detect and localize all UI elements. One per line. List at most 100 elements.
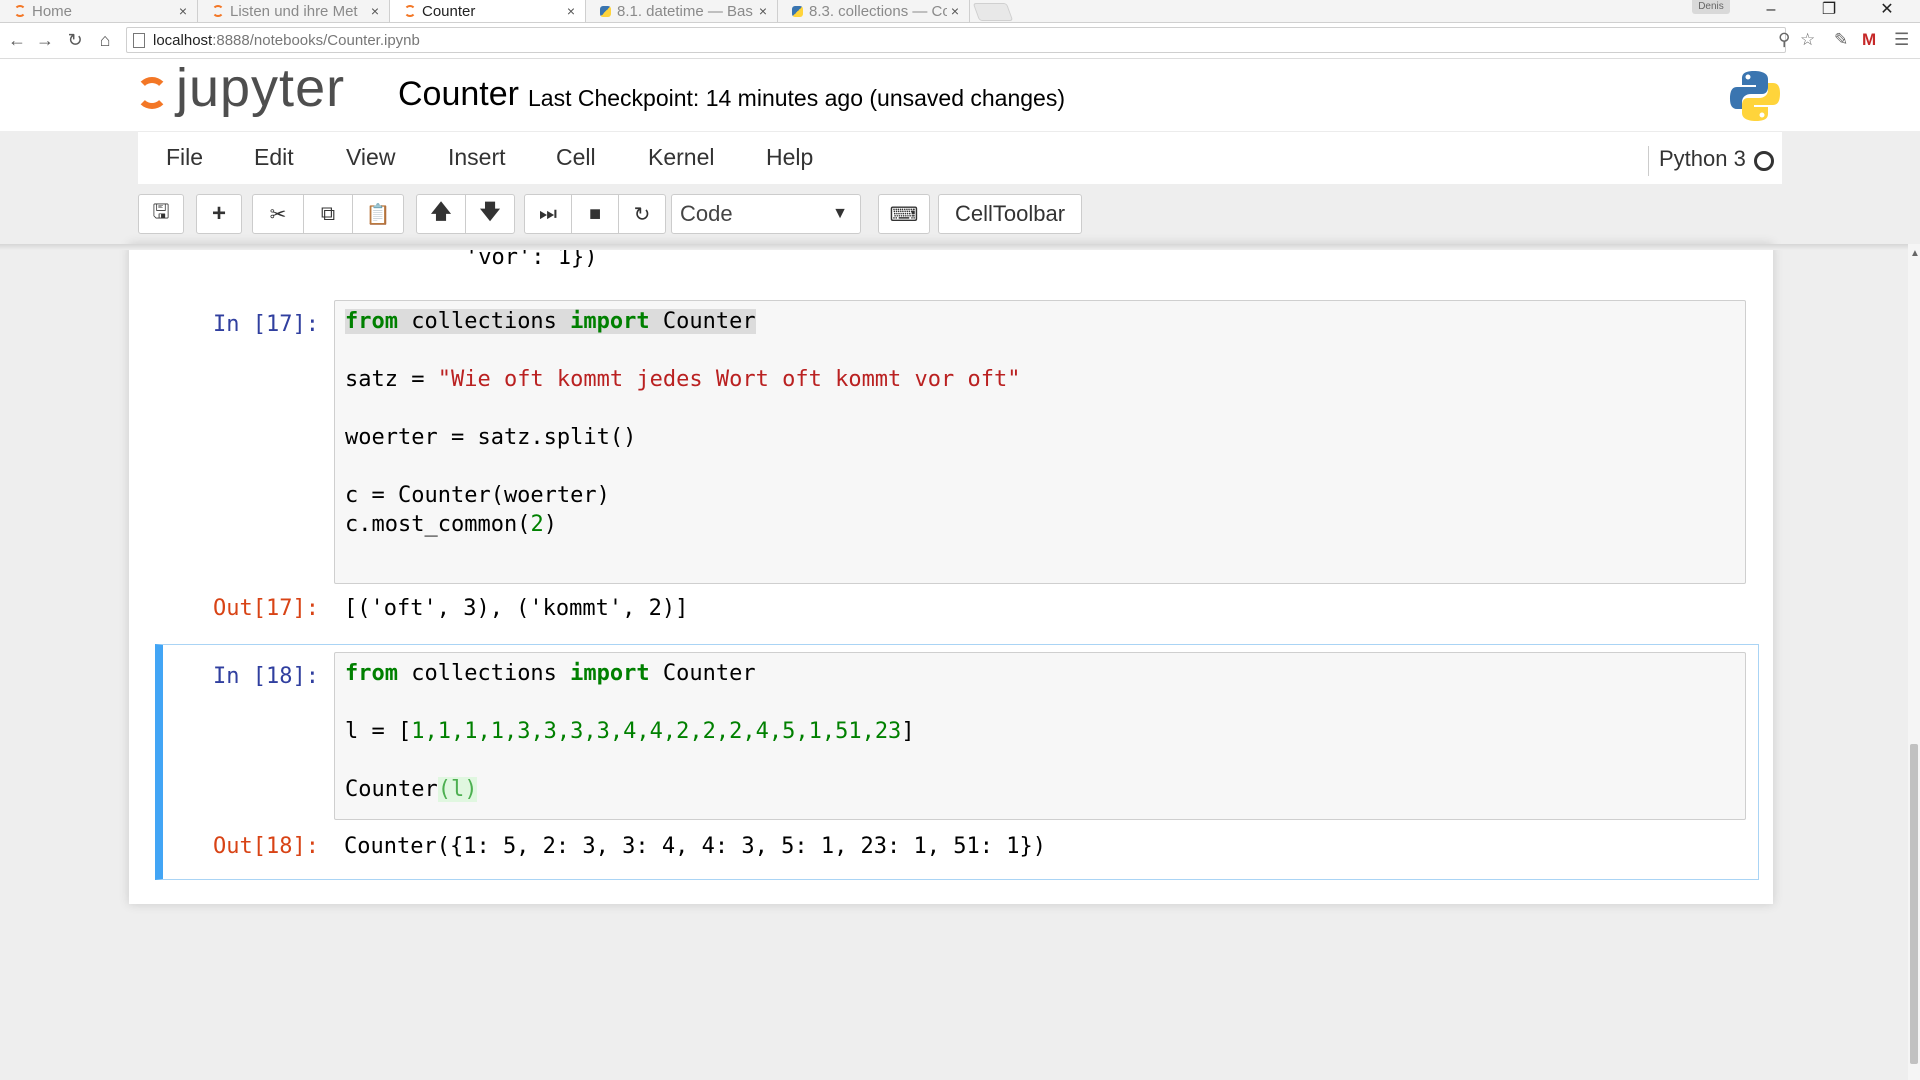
bookmark-star-icon[interactable]: ☆	[1800, 30, 1815, 50]
menu-cell[interactable]: Cell	[556, 144, 596, 171]
keyword: import	[570, 309, 650, 334]
zoom-icon[interactable]: ⚲	[1778, 30, 1790, 50]
tab-label: Home	[32, 2, 73, 20]
scroll-up-icon[interactable]: ▲	[1910, 248, 1920, 259]
cut-button[interactable]: ✂	[252, 194, 304, 234]
menu-kernel[interactable]: Kernel	[648, 144, 714, 171]
close-icon[interactable]: ×	[367, 3, 383, 19]
output-18: Counter({1: 5, 2: 3, 3: 4, 4: 3, 5: 1, 2…	[344, 834, 1046, 859]
home-icon[interactable]: ⌂	[94, 29, 116, 51]
input-prompt-17: In [17]:	[213, 312, 319, 337]
notebook-title[interactable]: Counter	[398, 75, 519, 114]
interrupt-kernel-button[interactable]: ■	[571, 194, 619, 234]
menu-edit[interactable]: Edit	[254, 144, 294, 171]
code-text: satz =	[345, 367, 438, 392]
jupyter-logo[interactable]: jupyter	[136, 58, 345, 119]
restart-kernel-button[interactable]: ↻	[618, 194, 666, 234]
tab-label: Listen und ihre Met	[230, 2, 358, 20]
copy-button[interactable]: ⧉	[303, 194, 353, 234]
keyword: from	[345, 309, 398, 334]
browser-tab-collections[interactable]: 8.3. collections — Co ×	[778, 0, 970, 22]
menu-view[interactable]: View	[346, 144, 395, 171]
code-line: woerter = satz.split()	[345, 425, 637, 450]
scrollbar-thumb[interactable]	[1910, 744, 1918, 1064]
forward-arrow-icon[interactable]: →	[34, 29, 56, 51]
restart-icon: ↻	[633, 203, 651, 226]
browser-tab-home[interactable]: Home ×	[0, 0, 198, 22]
step-forward-icon: ⏭	[539, 202, 557, 225]
command-palette-button[interactable]: ⌨	[878, 194, 930, 234]
code-line: c.most_common(2)	[345, 512, 557, 537]
output-prompt-17: Out[17]:	[213, 596, 319, 621]
output-prompt-18: Out[18]:	[213, 834, 319, 859]
page-scrollbar[interactable]: ▲	[1908, 244, 1920, 1080]
browser-tab-datetime[interactable]: 8.1. datetime — Bas ×	[586, 0, 778, 22]
run-button-group: ⏭ ■ ↻	[524, 194, 666, 234]
string-literal: "Wie oft kommt jedes Wort oft kommt vor …	[437, 367, 1021, 392]
arrow-up-icon: 🡅	[430, 201, 452, 223]
save-icon: 🖫	[152, 201, 170, 223]
highlighted-import: from collections import Counter	[345, 309, 756, 334]
close-icon[interactable]: ×	[947, 3, 963, 19]
code-cell-17-input[interactable]: from collections import Counter satz = "…	[334, 300, 1746, 584]
edit-button-group: ✂ ⧉ 📋	[252, 194, 404, 234]
tab-label: 8.1. datetime — Bas	[617, 2, 753, 20]
paste-icon: 📋	[365, 203, 391, 226]
keyboard-icon: ⌨	[889, 203, 919, 226]
notebook-container: 'vor': 1}) In [17]: from collections imp…	[129, 244, 1773, 904]
python-icon	[792, 5, 803, 17]
save-button[interactable]: 🖫	[138, 194, 184, 234]
kernel-name: Python 3	[1648, 146, 1746, 176]
matched-paren: (l)	[437, 777, 478, 802]
scissors-icon: ✂	[269, 203, 287, 226]
code-text: c.most_common(	[345, 512, 531, 537]
jupyter-logo-icon	[136, 77, 168, 109]
insert-cell-button[interactable]: +	[196, 194, 242, 234]
extension-icon[interactable]: ✎	[1834, 30, 1848, 50]
browser-tab-counter[interactable]: Counter ×	[390, 0, 586, 22]
menu-icon[interactable]: ☰	[1894, 30, 1909, 50]
minimize-button[interactable]: –	[1748, 0, 1794, 22]
close-icon[interactable]: ×	[175, 3, 191, 19]
output-17: [('oft', 3), ('kommt', 2)]	[344, 596, 689, 621]
tab-label: Counter	[422, 2, 476, 20]
close-icon[interactable]: ×	[755, 3, 771, 19]
checkpoint-status: Last Checkpoint: 14 minutes ago (unsaved…	[528, 85, 1065, 111]
browser-tab-listen[interactable]: Listen und ihre Met ×	[198, 0, 390, 22]
move-up-button[interactable]: 🡅	[416, 194, 466, 234]
restore-button[interactable]: ❐	[1806, 0, 1852, 22]
header-shadow	[0, 244, 1908, 250]
url-host: localhost	[153, 31, 213, 49]
profile-badge[interactable]: Denis	[1692, 0, 1730, 14]
notebook-toolbar: 🖫 + ✂ ⧉ 📋 🡅 🡇 ⏭ ■ ↻ Code ▼ ⌨ CellToolbar	[138, 192, 1782, 236]
menu-help[interactable]: Help	[766, 144, 813, 171]
move-button-group: 🡅 🡇	[416, 194, 515, 234]
plus-icon: +	[211, 200, 226, 227]
run-cell-button[interactable]: ⏭	[524, 194, 572, 234]
cell-type-select[interactable]: Code ▼	[671, 194, 861, 234]
code-line: l = [1,1,1,1,3,3,3,3,4,4,2,2,2,4,5,1,51,…	[345, 719, 915, 744]
close-icon[interactable]: ×	[563, 3, 579, 19]
move-down-button[interactable]: 🡇	[465, 194, 515, 234]
menu-insert[interactable]: Insert	[448, 144, 506, 171]
new-tab-button[interactable]	[972, 3, 1014, 21]
paste-button[interactable]: 📋	[352, 194, 404, 234]
menu-file[interactable]: File	[166, 144, 203, 171]
reload-icon[interactable]: ↻	[64, 29, 86, 51]
back-arrow-icon[interactable]: ←	[6, 29, 28, 51]
code-cell-18-input[interactable]: from collections import Counter l = [1,1…	[334, 652, 1746, 820]
python-icon	[600, 5, 611, 17]
code-line: c = Counter(woerter)	[345, 483, 610, 508]
jupyter-icon	[212, 5, 224, 17]
close-window-button[interactable]: ✕	[1864, 0, 1910, 22]
kernel-idle-indicator	[1754, 151, 1774, 171]
code-text: )	[543, 512, 557, 537]
code-text: ]	[901, 719, 915, 744]
chevron-down-icon: ▼	[832, 205, 848, 222]
code-text: Counter	[649, 309, 756, 334]
cell-type-value: Code	[680, 201, 733, 226]
code-text: collections	[397, 661, 571, 686]
url-field[interactable]: localhost :8888/notebooks/Counter.ipynb	[126, 27, 1786, 53]
celltoolbar-button[interactable]: CellToolbar	[938, 194, 1082, 234]
gmail-icon[interactable]: M	[1862, 30, 1876, 50]
